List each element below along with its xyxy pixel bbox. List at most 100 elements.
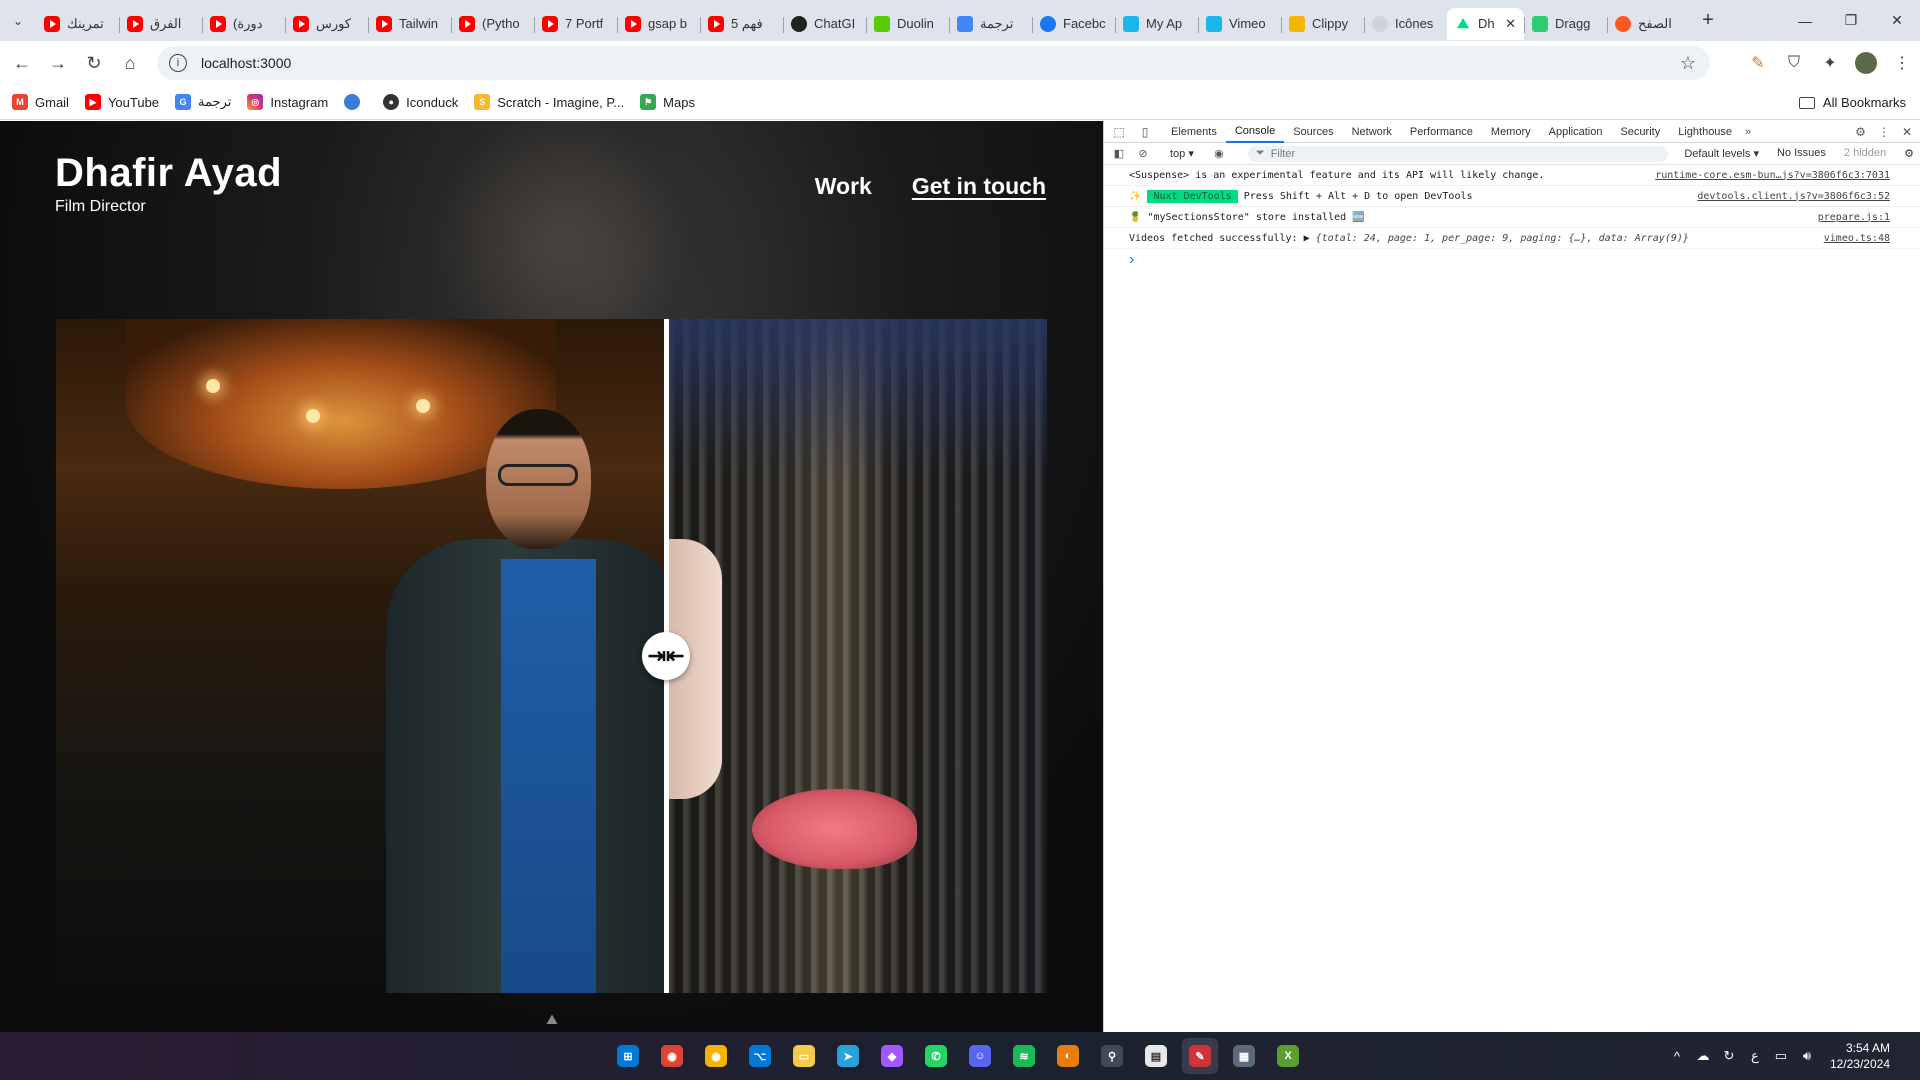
browser-tab[interactable]: Facebc (1032, 8, 1115, 40)
context-selector[interactable]: top ▾ (1164, 147, 1200, 160)
clock[interactable]: 3:54 AM 12/23/2024 (1830, 1040, 1890, 1072)
devtools-tab-memory[interactable]: Memory (1482, 121, 1540, 143)
spotify-icon[interactable]: ≋ (1006, 1038, 1042, 1074)
notepad-icon[interactable]: ▤ (1138, 1038, 1174, 1074)
browser-tab[interactable]: ترجمة (949, 8, 1032, 40)
browser-tab[interactable]: Icônes (1364, 8, 1447, 40)
console-settings-gear-icon[interactable]: ⚙ (1904, 147, 1914, 160)
log-object[interactable]: {total: 24, page: 1, per_page: 9, paging… (1316, 233, 1689, 244)
arrows-compress-icon[interactable]: ⇥⇤ (642, 632, 690, 680)
site-brand[interactable]: Dhafir Ayad Film Director (55, 151, 282, 216)
paint-icon[interactable]: ✎ (1182, 1038, 1218, 1074)
bookmark-star-icon[interactable]: ☆ (1680, 53, 1696, 74)
log-source-link[interactable]: prepare.js:1 (1818, 212, 1890, 223)
profile-avatar[interactable] (1855, 52, 1877, 74)
figma-icon[interactable]: ◆ (874, 1038, 910, 1074)
restore-icon[interactable]: ❐ (1828, 0, 1874, 41)
devtools-tab-application[interactable]: Application (1540, 121, 1612, 143)
browser-tab[interactable]: Dragg (1524, 8, 1607, 40)
nav-work-link[interactable]: Work (815, 173, 872, 200)
browser-tab[interactable]: Clippy (1281, 8, 1364, 40)
bookmark-item[interactable]: ⚑ Maps (640, 94, 695, 110)
before-after-comparison[interactable]: ⇥⇤ (56, 319, 1047, 993)
browser-tab[interactable]: كورس (285, 8, 368, 40)
blender-icon[interactable]: ◐ (1050, 1038, 1086, 1074)
sidebar-toggle-icon[interactable]: ◧ (1110, 147, 1128, 160)
devtools-tab-security[interactable]: Security (1611, 121, 1669, 143)
browser-tab[interactable]: 7 Portf (534, 8, 617, 40)
log-source-link[interactable]: devtools.client.js?v=3806f6c3:52 (1697, 191, 1890, 202)
tab-search-chevron-icon[interactable]: ⌄ (0, 0, 36, 41)
site-info-icon[interactable]: i (169, 54, 187, 72)
extensions-puzzle-icon[interactable]: ✦ (1812, 45, 1848, 81)
browser-menu-icon[interactable]: ⋮ (1884, 45, 1920, 81)
bookmark-item[interactable] (344, 94, 367, 110)
issues-counter[interactable]: No Issues (1777, 147, 1826, 160)
telegram-icon[interactable]: ➤ (830, 1038, 866, 1074)
browser-tab[interactable]: ⛰ Dh ✕ (1447, 7, 1524, 40)
browser-tab[interactable]: gsap b (617, 8, 700, 40)
devtools-tab-performance[interactable]: Performance (1401, 121, 1482, 143)
all-bookmarks-button[interactable]: All Bookmarks (1798, 85, 1906, 120)
devtools-tab-elements[interactable]: Elements (1162, 121, 1226, 143)
devtools-tab-network[interactable]: Network (1343, 121, 1401, 143)
tray-overflow-chevron-icon[interactable]: ^ (1664, 1049, 1690, 1064)
console-prompt[interactable]: › (1104, 249, 1920, 270)
forward-arrow-icon[interactable]: → (40, 45, 76, 81)
discord-icon[interactable]: ☺ (962, 1038, 998, 1074)
url-text[interactable]: localhost:3000 (201, 55, 291, 71)
close-devtools-icon[interactable]: ✕ (1902, 125, 1912, 139)
file-explorer-icon[interactable]: ▭ (786, 1038, 822, 1074)
bookmark-item[interactable]: S Scratch - Imagine, P... (474, 94, 624, 110)
clear-console-icon[interactable]: ⊘ (1134, 147, 1152, 160)
bookmark-item[interactable]: ▶ YouTube (84, 94, 159, 110)
browser-tab[interactable]: (Pytho (451, 8, 534, 40)
minimize-icon[interactable]: — (1782, 0, 1828, 41)
shield-extension-icon[interactable]: ⛉ (1776, 45, 1812, 81)
log-levels-dropdown[interactable]: Default levels ▾ (1684, 147, 1759, 160)
chrome-profile-icon[interactable]: ◉ (698, 1038, 734, 1074)
bookmark-item[interactable]: M Gmail (12, 94, 69, 110)
whatsapp-icon[interactable]: ✆ (918, 1038, 954, 1074)
device-toolbar-icon[interactable]: ▯ (1136, 125, 1154, 139)
excel-icon[interactable]: X (1270, 1038, 1306, 1074)
vscode-icon[interactable]: ⌥ (742, 1038, 778, 1074)
devtools-tab-sources[interactable]: Sources (1284, 121, 1342, 143)
sync-icon[interactable]: ↻ (1716, 1048, 1742, 1064)
bookmark-item[interactable]: G ترجمة (175, 94, 231, 110)
browser-tab[interactable]: الفرق (119, 8, 202, 40)
calculator-icon[interactable]: ▦ (1226, 1038, 1262, 1074)
reload-icon[interactable]: ↻ (76, 45, 112, 81)
browser-tab[interactable]: My Ap (1115, 8, 1198, 40)
devtools-tab-console[interactable]: Console (1225, 121, 1285, 143)
settings-gear-icon[interactable]: ⚙ (1855, 125, 1866, 139)
more-tabs-icon[interactable]: » (1745, 126, 1751, 138)
input-language[interactable]: ع (1742, 1048, 1768, 1064)
browser-tab[interactable]: 5 فهم (700, 8, 783, 40)
network-icon[interactable]: ▭ (1768, 1048, 1794, 1064)
browser-tab[interactable]: (دورة (202, 8, 285, 40)
live-expression-eye-icon[interactable]: ◉ (1210, 147, 1228, 160)
browser-tab[interactable]: ChatGI (783, 8, 866, 40)
browser-tab[interactable]: الصفح (1607, 8, 1690, 40)
nuxt-logo-icon[interactable]: ⛰ (541, 1011, 563, 1027)
browser-tab[interactable]: تمرينك (36, 8, 119, 40)
log-source-link[interactable]: runtime-core.esm-bun…js?v=3806f6c3:7031 (1655, 170, 1890, 181)
devtools-tab-lighthouse[interactable]: Lighthouse (1669, 121, 1741, 143)
close-tab-icon[interactable]: ✕ (1505, 16, 1516, 32)
chrome-icon[interactable]: ◉ (654, 1038, 690, 1074)
log-source-link[interactable]: vimeo.ts:48 (1824, 233, 1890, 244)
browser-tab[interactable]: Tailwin (368, 8, 451, 40)
color-picker-extension-icon[interactable]: ✎ (1740, 45, 1776, 81)
console-filter-input[interactable]: ⏷ Filter (1247, 145, 1668, 162)
inspect-element-icon[interactable]: ⬚ (1110, 125, 1128, 139)
address-bar[interactable]: i localhost:3000 ☆ (157, 46, 1710, 80)
onedrive-cloud-icon[interactable]: ☁ (1690, 1048, 1716, 1064)
close-window-icon[interactable]: ✕ (1874, 0, 1920, 41)
search-app-icon[interactable]: ⚲ (1094, 1038, 1130, 1074)
devtools-menu-icon[interactable]: ⋮ (1878, 125, 1890, 139)
bookmark-item[interactable]: ◎ Instagram (247, 94, 328, 110)
new-tab-button[interactable]: + (1690, 9, 1726, 32)
nav-get-in-touch-link[interactable]: Get in touch (912, 173, 1046, 200)
browser-tab[interactable]: Duolin (866, 8, 949, 40)
